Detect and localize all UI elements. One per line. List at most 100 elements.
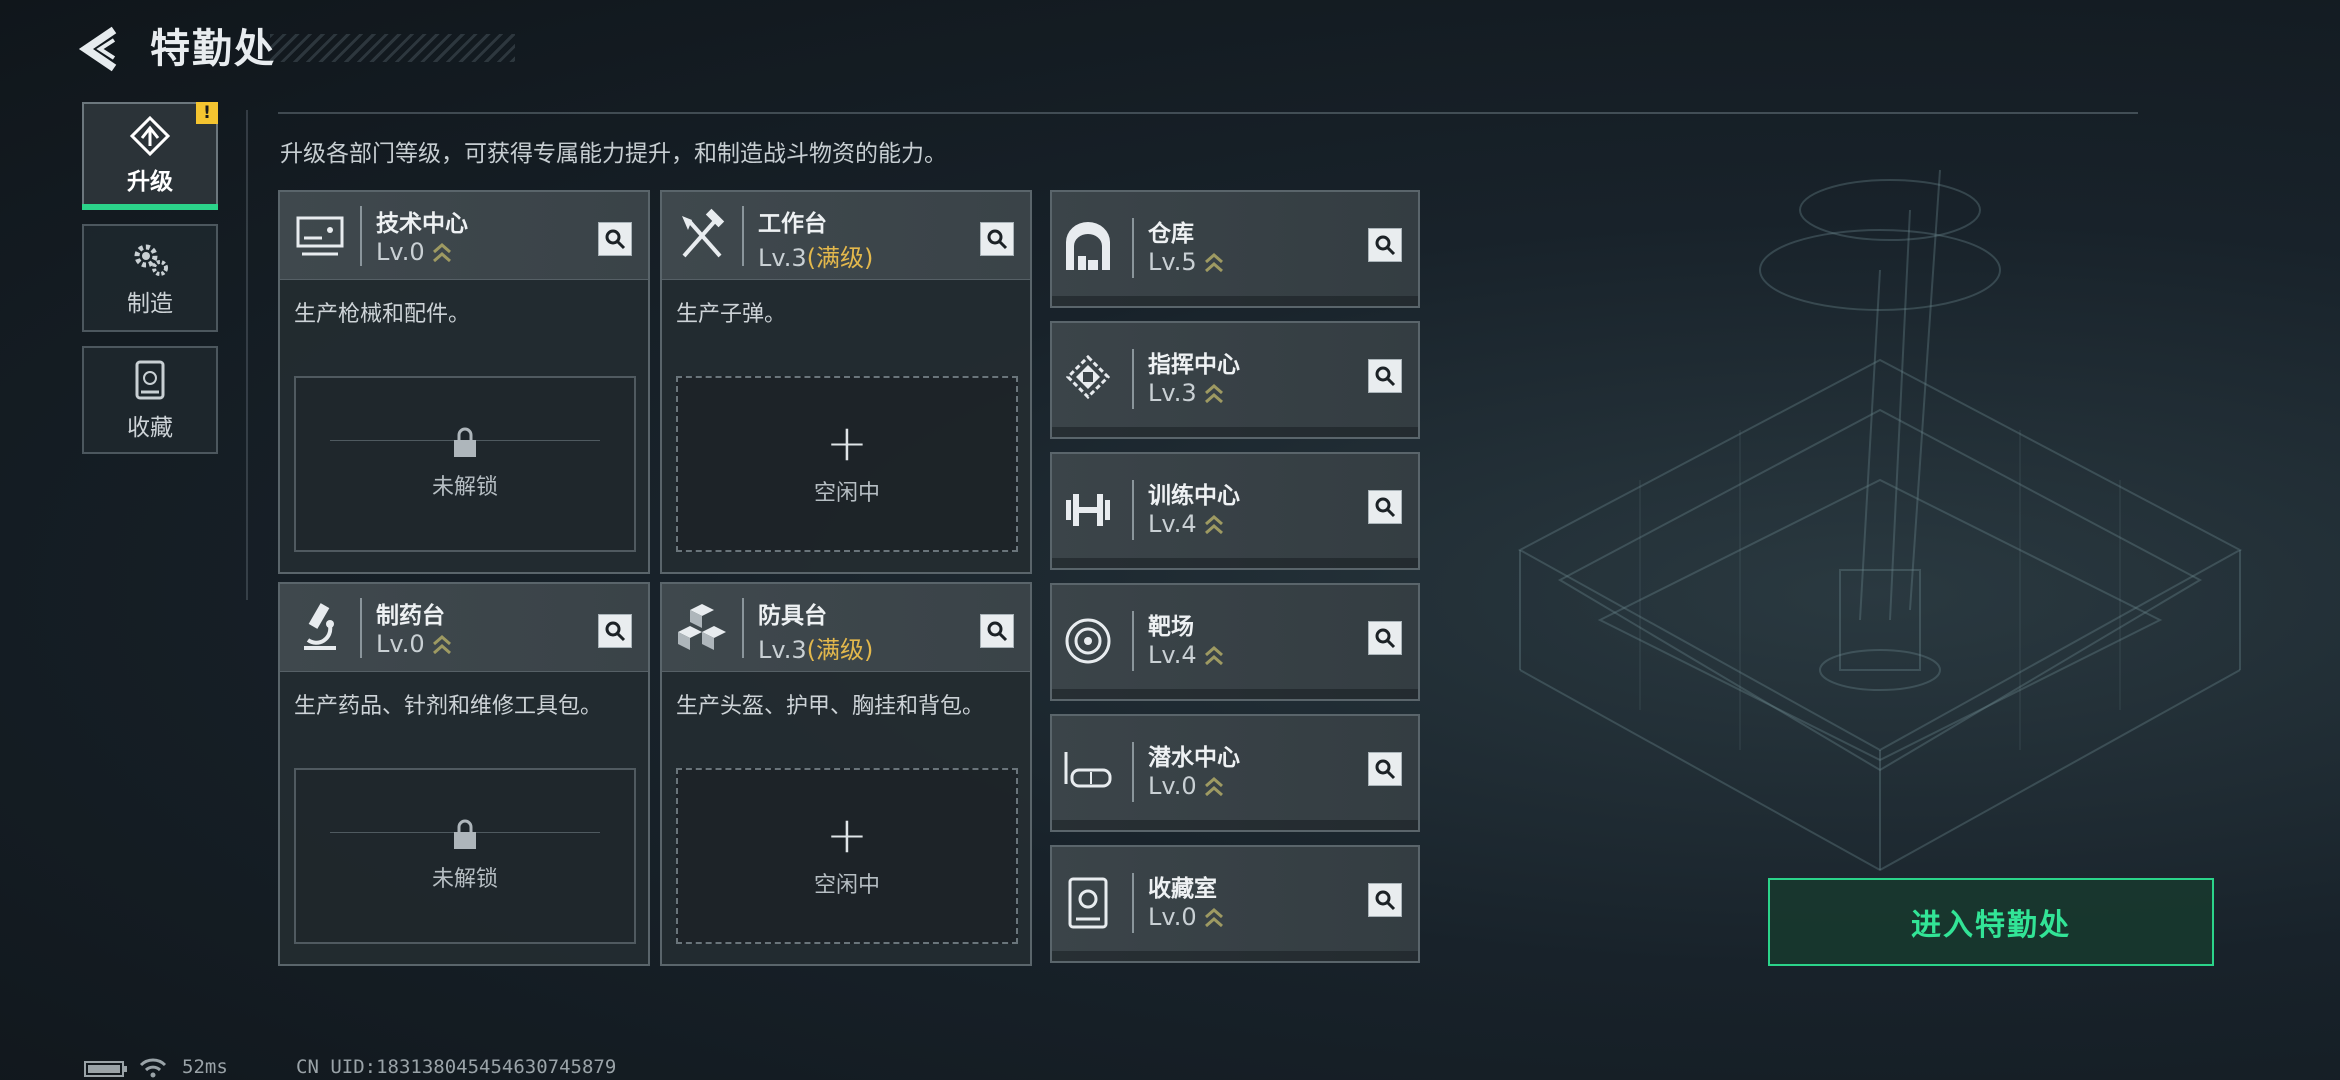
separator (360, 598, 362, 658)
divider (278, 112, 2138, 114)
level-value: Lv.5 (1148, 248, 1197, 276)
search-button[interactable] (598, 614, 632, 648)
facility-level: Lv.4 (1148, 510, 1225, 538)
facility-name: 仓库 (1148, 221, 1194, 247)
search-button[interactable] (980, 222, 1014, 256)
upgrade-chevrons-icon (432, 635, 451, 655)
description-text: 升级各部门等级，可获得专属能力提升，和制造战斗物资的能力。 (280, 141, 947, 167)
search-icon (605, 621, 626, 642)
facility-card-diving-center[interactable]: 潜水中心 Lv.0 (1050, 714, 1420, 832)
card-header: 技术中心 Lv.0 (280, 192, 648, 280)
separator (360, 206, 362, 266)
separator (742, 206, 744, 266)
separator (1132, 873, 1134, 933)
level-value: Lv.4 (1148, 510, 1197, 538)
separator (1132, 611, 1134, 671)
level-value: Lv.0 (1148, 903, 1197, 931)
separator (742, 598, 744, 658)
collection-icon (1068, 877, 1108, 929)
search-icon (1375, 628, 1396, 649)
search-icon (1375, 890, 1396, 911)
add-icon: + (826, 806, 868, 864)
collection-cabinet-icon (135, 360, 165, 400)
max-level-tag: (满级) (806, 636, 874, 664)
station-name: 工作台 (758, 211, 827, 237)
diving-mask-icon (1064, 752, 1112, 788)
upgrade-chevrons-icon (1204, 646, 1223, 666)
lock-icon (454, 819, 476, 849)
level-value: Lv.3 (758, 244, 807, 272)
station-description: 生产子弹。 (676, 302, 787, 327)
target-icon (1065, 618, 1111, 664)
monitor-icon (296, 216, 344, 256)
nav-upgrade-tab[interactable]: 升级 ! (82, 102, 218, 210)
warehouse-icon (1066, 222, 1110, 270)
upgrade-chevrons-icon (1204, 777, 1223, 797)
facility-level: Lv.5 (1148, 248, 1225, 276)
level-value: Lv.0 (1148, 772, 1197, 800)
level-value: Lv.4 (1148, 641, 1197, 669)
facility-level: Lv.3 (1148, 379, 1225, 407)
armor-blocks-icon (678, 604, 726, 650)
title-decoration (270, 34, 515, 62)
search-icon (1375, 235, 1396, 256)
facility-name: 潜水中心 (1148, 745, 1240, 771)
upgrade-icon (129, 116, 171, 156)
facility-name: 收藏室 (1148, 876, 1217, 902)
slot-status: 空闲中 (813, 481, 880, 506)
station-card-workbench[interactable]: 工作台 Lv.3(满级) 生产子弹。 + 空闲中 (660, 190, 1032, 574)
card-footer (1052, 558, 1418, 568)
nav-craft-tab[interactable]: 制造 (82, 224, 218, 332)
alert-badge: ! (196, 102, 218, 124)
level-value: Lv.3 (1148, 379, 1197, 407)
production-slot-idle[interactable]: + 空闲中 (676, 376, 1018, 552)
production-slot-idle[interactable]: + 空闲中 (676, 768, 1018, 944)
building-illustration (1517, 169, 2243, 872)
ping-value: 52ms (182, 1056, 228, 1078)
station-description: 生产药品、针剂和维修工具包。 (294, 694, 603, 719)
search-button[interactable] (980, 614, 1014, 648)
back-button[interactable] (76, 22, 130, 76)
facility-name: 指挥中心 (1148, 352, 1240, 378)
facility-name: 训练中心 (1148, 483, 1240, 509)
facility-card-command-center[interactable]: 指挥中心 Lv.3 (1050, 321, 1420, 439)
station-card-tech-center[interactable]: 技术中心 Lv.0 生产枪械和配件。 未解锁 (278, 190, 650, 574)
enter-special-ops-button[interactable]: 进入特勤处 (1768, 878, 2214, 966)
upgrade-chevrons-icon (1204, 384, 1223, 404)
facility-card-shooting-range[interactable]: 靶场 Lv.4 (1050, 583, 1420, 701)
add-icon: + (826, 414, 868, 472)
station-level: Lv.3(满级) (758, 630, 873, 665)
level-value: Lv.0 (376, 238, 425, 266)
station-card-pharmacy[interactable]: 制药台 Lv.0 生产药品、针剂和维修工具包。 未解锁 (278, 582, 650, 966)
search-button[interactable] (1368, 752, 1402, 786)
page-title: 特勤处 (150, 26, 276, 72)
search-icon (987, 229, 1008, 250)
station-level: Lv.3(满级) (758, 238, 873, 273)
facility-card-warehouse[interactable]: 仓库 Lv.5 (1050, 190, 1420, 308)
facility-card-collection-room[interactable]: 收藏室 Lv.0 (1050, 845, 1420, 963)
station-level: Lv.0 (376, 238, 453, 266)
search-button[interactable] (1368, 228, 1402, 262)
facility-name: 靶场 (1148, 614, 1194, 640)
gears-icon (134, 244, 168, 276)
facility-card-training-center[interactable]: 训练中心 Lv.4 (1050, 452, 1420, 570)
uid-text: CN UID:18313804545463074587​9 (296, 1056, 617, 1078)
station-name: 制药台 (376, 603, 445, 629)
station-card-armor-bench[interactable]: 防具台 Lv.3(满级) 生产头盔、护甲、胸挂和背包。 + 空闲中 (660, 582, 1032, 966)
microscope-icon (304, 603, 336, 650)
nav-upgrade-label: 升级 (127, 169, 173, 195)
tools-icon (682, 208, 725, 258)
card-footer (1052, 951, 1418, 961)
search-button[interactable] (1368, 621, 1402, 655)
nav-collection-tab[interactable]: 收藏 (82, 346, 218, 454)
search-button[interactable] (1368, 490, 1402, 524)
station-description: 生产枪械和配件。 (294, 302, 471, 327)
upgrade-chevrons-icon (1204, 908, 1223, 928)
upgrade-chevrons-icon (1204, 515, 1223, 535)
search-button[interactable] (598, 222, 632, 256)
card-header: 防具台 Lv.3(满级) (662, 584, 1030, 672)
search-button[interactable] (1368, 883, 1402, 917)
search-icon (1375, 366, 1396, 387)
dumbbell-icon (1066, 494, 1110, 526)
search-button[interactable] (1368, 359, 1402, 393)
